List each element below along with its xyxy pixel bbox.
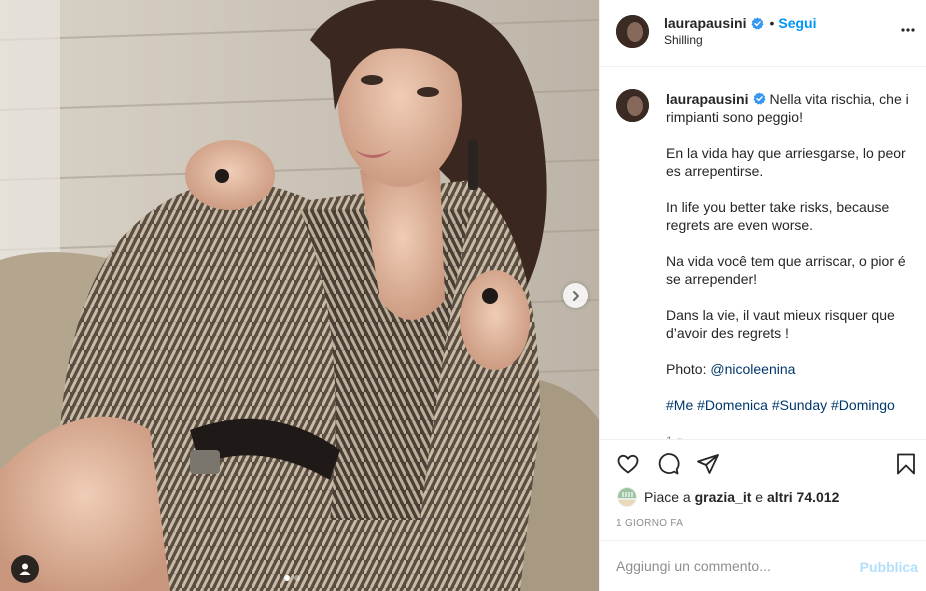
post-sidebar: laurapausini • Segui Shilling laurapausi… [599,0,926,591]
post-timestamp[interactable]: 1 GIORNO FA [616,518,683,529]
separator-dot: • [769,15,775,31]
send-icon[interactable] [696,452,720,476]
post-photo[interactable] [0,0,599,591]
post-image [0,0,599,591]
caption-time: 1 g [666,432,914,439]
follow-button[interactable]: Segui [778,15,816,31]
author-avatar[interactable] [616,15,649,48]
likes-conjunction: e [755,489,764,505]
author-username[interactable]: laurapausini [664,15,746,31]
hashtag-link[interactable]: #Sunday [772,397,827,413]
likes-count[interactable]: altri 74.012 [767,489,839,505]
photo-credit-link[interactable]: @nicoleenina [710,361,795,377]
caption-line-it: laurapausini Nella vita rischia, che i ri… [666,90,914,126]
caption-text-en: In life you better take risks, because r… [666,199,890,233]
hashtag-link[interactable]: #Domenica [697,397,768,413]
post-card: laurapausini • Segui Shilling laurapausi… [0,0,926,591]
add-comment-bar: Pubblica [600,540,926,591]
comment-icon[interactable] [656,452,680,476]
publish-button[interactable]: Pubblica [860,559,918,575]
caption-photo-credit: Photo: @nicoleenina [666,360,914,378]
post-location[interactable]: Shilling [664,33,703,47]
comment-input[interactable] [616,558,846,574]
likes-summary: Piace a grazia_it e altri 74.012 [617,487,839,507]
photo-credit-prefix: Photo: [666,361,707,377]
comments-section: laurapausini Nella vita rischia, che i ri… [600,68,926,439]
user-tags-button[interactable] [11,555,39,583]
post-header: laurapausini • Segui Shilling [600,0,926,67]
post-caption: laurapausini Nella vita rischia, che i ri… [666,90,914,439]
post-actions: Piace a grazia_it e altri 74.012 1 GIORN… [600,439,926,539]
likes-prefix: Piace a [644,489,691,505]
carousel-next-button[interactable] [563,283,588,308]
heart-icon[interactable] [616,452,640,476]
liker-username[interactable]: grazia_it [695,489,752,505]
user-tag-icon [19,563,31,575]
bookmark-icon[interactable] [894,452,918,476]
carousel-dot-active [284,575,290,581]
chevron-right-icon [572,290,579,301]
caption-author-avatar[interactable] [616,89,649,122]
caption-text-fr: Dans la vie, il vaut mieux risquer que d… [666,307,895,341]
hashtag-link[interactable]: #Domingo [831,397,895,413]
caption-text-es: En la vida hay que arriesgarse, lo peor … [666,145,906,179]
verified-badge-icon [751,16,765,30]
caption-text-pt: Na vida você tem que arriscar, o pior é … [666,253,906,287]
carousel-dot [294,575,300,581]
caption-username[interactable]: laurapausini [666,91,748,107]
carousel-indicators [284,575,300,581]
verified-badge-icon [753,92,767,105]
liker-avatar[interactable] [617,487,637,507]
caption-hashtags: #Me #Domenica #Sunday #Domingo [666,396,914,414]
hashtag-link[interactable]: #Me [666,397,693,413]
more-horizontal-icon[interactable] [900,22,916,38]
